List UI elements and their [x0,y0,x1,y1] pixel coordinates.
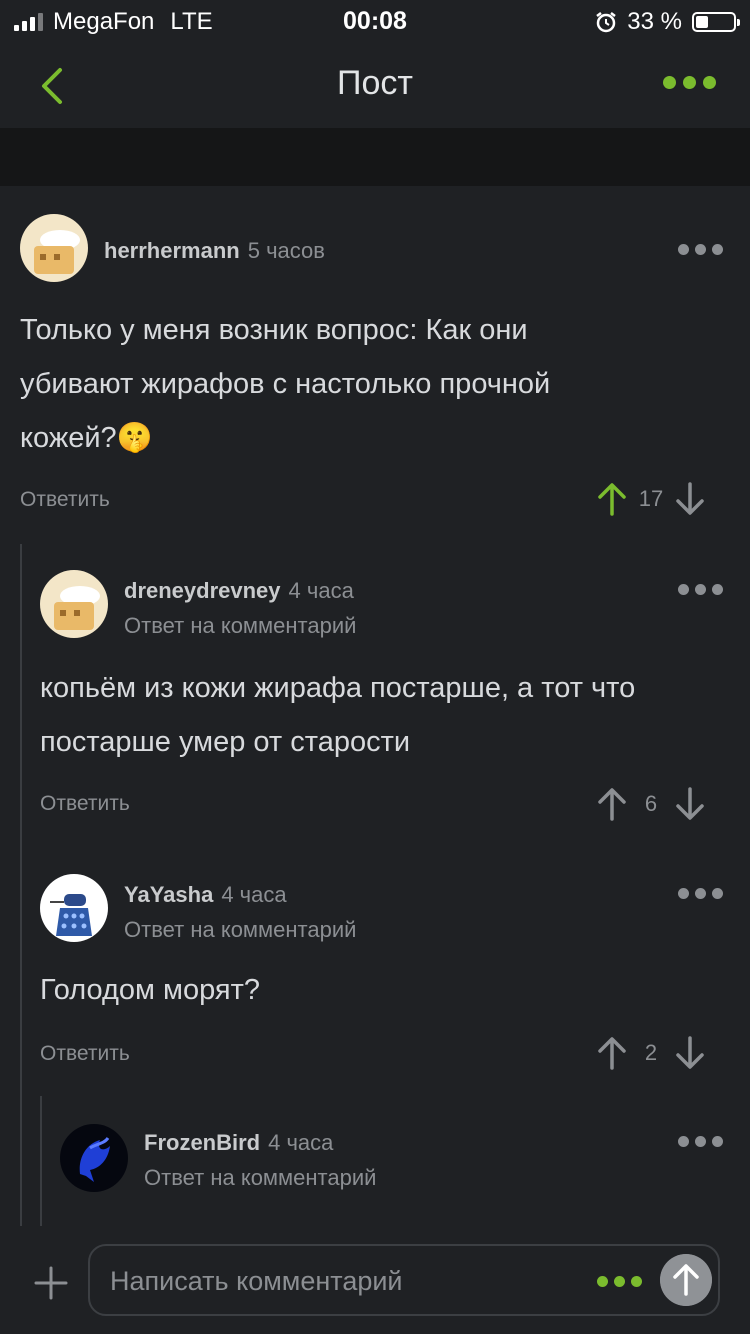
page-title: Пост [337,64,413,102]
comment-input[interactable]: Написать комментарий [88,1244,720,1316]
timestamp: 5 часов [247,238,325,263]
timestamp: 4 часа [221,882,287,907]
timestamp: 4 часа [288,578,354,603]
more-dots-icon[interactable] [678,888,723,899]
vote-controls: 2 [596,1036,706,1070]
status-bar: MegaFon LTE 00:08 33 % [0,0,750,42]
reply-to-label[interactable]: Ответ на комментарий [144,1165,376,1191]
timestamp: 4 часа [268,1130,334,1155]
comment-input-placeholder: Написать комментарий [110,1266,403,1296]
username[interactable]: FrozenBird [144,1130,260,1155]
thread-line [20,544,22,1226]
vote-count: 6 [644,791,658,816]
nav-bar: Пост [0,42,750,128]
username[interactable]: YaYasha [124,882,213,907]
more-dots-icon[interactable] [663,76,716,89]
vote-controls: 6 [596,787,706,821]
comment-text: копьём из кожи жирафа постарше, а тот чт… [40,672,636,758]
upvote-arrow-icon[interactable] [596,1036,628,1070]
comment-text: Голодом морят? [40,974,261,1006]
username[interactable]: herrhermann [104,238,240,263]
upvote-arrow-icon[interactable] [596,482,628,516]
vote-count: 17 [638,486,664,511]
avatar[interactable] [40,570,108,638]
vote-controls: 17 [596,482,706,516]
reply-to-label[interactable]: Ответ на комментарий [124,613,356,639]
reply-button[interactable]: Ответить [20,488,110,512]
upvote-arrow-icon[interactable] [596,787,628,821]
more-dots-icon[interactable] [678,584,723,595]
plus-icon[interactable] [34,1266,68,1300]
downvote-arrow-icon[interactable] [674,1036,706,1070]
arrow-up-icon[interactable] [660,1254,712,1306]
username[interactable]: dreneydrevney [124,578,281,603]
more-dots-icon[interactable] [678,1136,723,1147]
avatar[interactable] [20,214,88,282]
reply-button[interactable]: Ответить [40,1042,130,1066]
reply-to-label[interactable]: Ответ на комментарий [124,917,356,943]
comment-text: Только у меня возник вопрос: Как они уби… [20,314,551,454]
battery-percent: 33 % [627,8,682,35]
more-dots-icon[interactable] [678,244,723,255]
downvote-arrow-icon[interactable] [674,787,706,821]
comment-composer: Написать комментарий [0,1226,750,1334]
more-dots-icon[interactable] [597,1276,642,1287]
header-divider [0,128,750,186]
thread-line [40,1096,42,1226]
avatar[interactable] [60,1124,128,1192]
vote-count: 2 [644,1040,658,1065]
alarm-icon [596,12,617,33]
downvote-arrow-icon[interactable] [674,482,706,516]
reply-button[interactable]: Ответить [40,792,130,816]
battery-icon [692,12,740,32]
avatar[interactable] [40,874,108,942]
